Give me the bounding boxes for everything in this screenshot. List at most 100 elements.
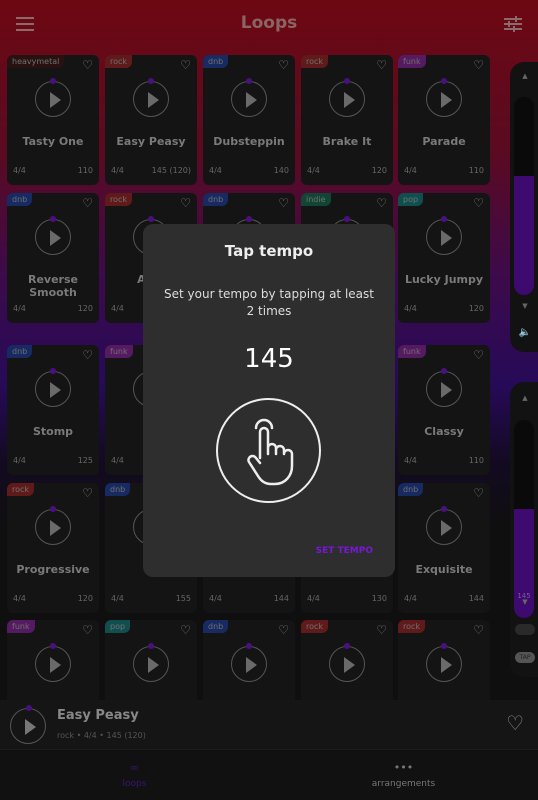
- genre-tag: pop: [105, 620, 131, 633]
- bpm: 144: [468, 594, 484, 603]
- play-icon[interactable]: [35, 646, 71, 682]
- genre-tag: rock: [105, 193, 133, 206]
- loop-name: Brake It: [322, 135, 372, 148]
- time-signature: 4/4: [404, 304, 417, 313]
- loop-card[interactable]: funk ♡ Parade 4/4 110: [398, 55, 490, 185]
- play-icon[interactable]: [133, 81, 169, 117]
- tempo-up-icon[interactable]: ▲: [510, 394, 538, 402]
- play-icon[interactable]: [426, 81, 462, 117]
- time-signature: 4/4: [111, 166, 124, 175]
- loop-card[interactable]: heavymetal ♡ Tasty One 4/4 110: [7, 55, 99, 185]
- heart-icon[interactable]: ♡: [473, 196, 484, 210]
- play-icon[interactable]: [329, 646, 365, 682]
- hand-tap-icon: [247, 418, 294, 486]
- play-icon[interactable]: [133, 646, 169, 682]
- bpm: 110: [77, 166, 93, 175]
- progress-dot: [50, 216, 56, 222]
- now-playing-bar[interactable]: Easy Peasy rock • 4/4 • 145 (120) ♡: [0, 700, 538, 750]
- loop-card[interactable]: pop ♡ Lucky Jumpy 4/4 120: [398, 193, 490, 323]
- progress-dot: [441, 78, 447, 84]
- bpm: 155: [175, 594, 191, 603]
- heart-icon[interactable]: ♡: [180, 623, 191, 637]
- time-signature: 4/4: [111, 594, 124, 603]
- now-playing-subtitle: rock • 4/4 • 145 (120): [57, 731, 146, 740]
- genre-tag: funk: [105, 345, 133, 358]
- tab-arrangements[interactable]: ••• arrangements: [269, 751, 538, 800]
- heart-icon[interactable]: ♡: [180, 196, 191, 210]
- loop-card[interactable]: dnb ♡ Reverse Smooth 4/4 120: [7, 193, 99, 323]
- metronome-toggle[interactable]: [515, 624, 535, 635]
- volume-down-icon[interactable]: ▼: [510, 302, 538, 310]
- play-icon[interactable]: [426, 371, 462, 407]
- loop-card[interactable]: funk ♡ Classy 4/4 110: [398, 345, 490, 475]
- tab-loops[interactable]: ∞ loops: [0, 751, 269, 800]
- bpm: 120: [77, 304, 93, 313]
- play-icon[interactable]: [10, 708, 46, 744]
- play-icon[interactable]: [35, 371, 71, 407]
- tap-button[interactable]: TAP: [515, 652, 535, 663]
- time-signature: 4/4: [13, 166, 26, 175]
- play-icon[interactable]: [231, 81, 267, 117]
- heart-icon[interactable]: ♡: [473, 58, 484, 72]
- heart-icon[interactable]: ♡: [473, 348, 484, 362]
- heart-icon[interactable]: ♡: [376, 58, 387, 72]
- heart-icon[interactable]: ♡: [180, 58, 191, 72]
- heart-icon[interactable]: ♡: [82, 58, 93, 72]
- heart-icon[interactable]: ♡: [278, 623, 289, 637]
- loop-name: Parade: [422, 135, 466, 148]
- play-icon[interactable]: [426, 219, 462, 255]
- loop-name: Dubsteppin: [213, 135, 285, 148]
- play-icon[interactable]: [35, 219, 71, 255]
- play-icon[interactable]: [231, 646, 267, 682]
- play-icon[interactable]: [35, 509, 71, 545]
- heart-icon[interactable]: ♡: [82, 623, 93, 637]
- heart-icon[interactable]: ♡: [376, 623, 387, 637]
- genre-tag: dnb: [105, 483, 131, 496]
- tempo-panel: ▲ 145 ▼ TAP: [510, 382, 538, 677]
- play-icon[interactable]: [329, 81, 365, 117]
- play-icon[interactable]: [426, 509, 462, 545]
- loop-card[interactable]: rock ♡ Progressive 4/4 120: [7, 483, 99, 613]
- loop-card[interactable]: rock ♡ Easy Peasy 4/4 145 (120): [105, 55, 197, 185]
- tap-area[interactable]: [216, 398, 321, 503]
- time-signature: 4/4: [209, 594, 222, 603]
- bpm: 140: [273, 166, 289, 175]
- time-signature: 4/4: [111, 456, 124, 465]
- heart-icon[interactable]: ♡: [82, 348, 93, 362]
- now-playing-title: Easy Peasy: [57, 708, 139, 723]
- bpm: 125: [77, 456, 93, 465]
- genre-tag: dnb: [7, 345, 33, 358]
- time-signature: 4/4: [307, 594, 320, 603]
- bpm: 145 (120): [151, 166, 191, 175]
- heart-icon[interactable]: ♡: [473, 486, 484, 500]
- volume-slider[interactable]: [514, 97, 534, 295]
- progress-dot: [50, 368, 56, 374]
- time-signature: 4/4: [13, 304, 26, 313]
- loop-card[interactable]: dnb ♡ Exquisite 4/4 144: [398, 483, 490, 613]
- heart-icon[interactable]: ♡: [473, 623, 484, 637]
- heart-icon[interactable]: ♡: [82, 486, 93, 500]
- top-bar: Loops: [0, 0, 538, 50]
- play-icon[interactable]: [35, 81, 71, 117]
- heart-icon[interactable]: ♡: [506, 711, 524, 735]
- sliders-icon[interactable]: [504, 16, 522, 32]
- play-icon[interactable]: [426, 646, 462, 682]
- tempo-down-icon[interactable]: ▼: [510, 598, 538, 606]
- heart-icon[interactable]: ♡: [278, 58, 289, 72]
- heart-icon[interactable]: ♡: [278, 196, 289, 210]
- loop-card[interactable]: dnb ♡ Stomp 4/4 125: [7, 345, 99, 475]
- set-tempo-button[interactable]: SET TEMPO: [316, 546, 373, 556]
- bpm: 120: [468, 304, 484, 313]
- tempo-slider[interactable]: 145: [514, 420, 534, 618]
- genre-tag: rock: [105, 55, 133, 68]
- volume-up-icon[interactable]: ▲: [510, 72, 538, 80]
- time-signature: 4/4: [13, 594, 26, 603]
- progress-dot: [246, 216, 252, 222]
- loop-card[interactable]: dnb ♡ Dubsteppin 4/4 140: [203, 55, 295, 185]
- dialog-message: Set your tempo by tapping at least 2 tim…: [164, 287, 374, 318]
- heart-icon[interactable]: ♡: [82, 196, 93, 210]
- loop-name: Easy Peasy: [116, 135, 186, 148]
- heart-icon[interactable]: ♡: [376, 196, 387, 210]
- loop-card[interactable]: rock ♡ Brake It 4/4 120: [301, 55, 393, 185]
- bpm: 110: [468, 166, 484, 175]
